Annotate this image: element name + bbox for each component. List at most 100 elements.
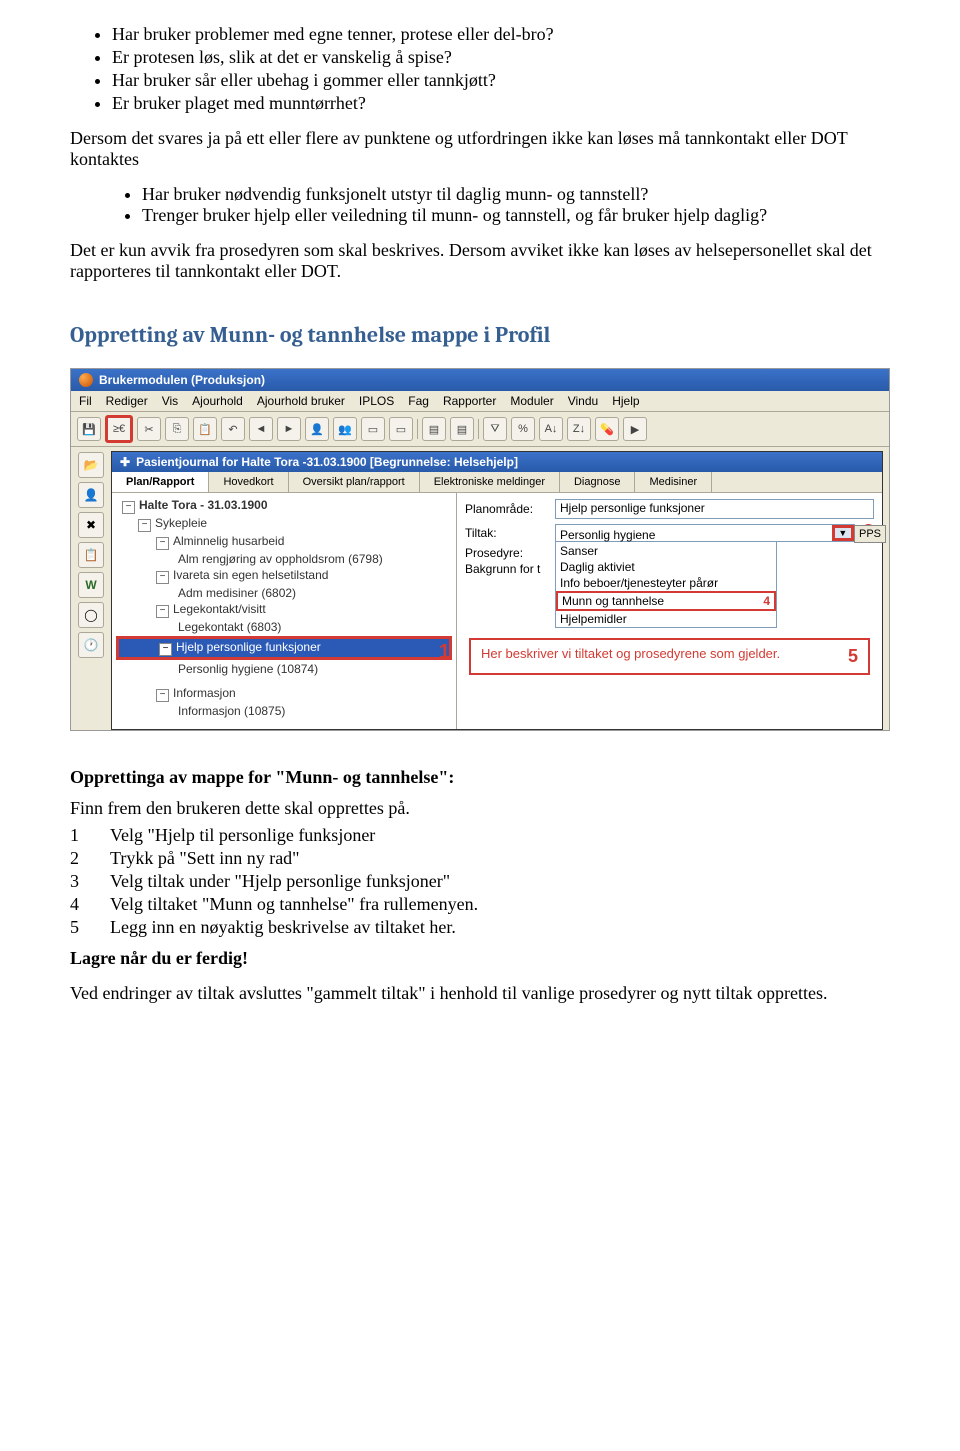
tree-node[interactable]: −Sykepleie [116, 515, 452, 533]
annotation-5: 5 [848, 646, 858, 667]
tab-oversikt[interactable]: Oversikt plan/rapport [289, 472, 420, 492]
option[interactable]: Info beboer/tjenesteyter pårør [556, 575, 776, 591]
prev-icon[interactable]: ◄ [249, 417, 273, 441]
next-icon[interactable]: ► [277, 417, 301, 441]
section-heading: Oppretting av Munn- og tannhelse mappe i… [70, 322, 890, 348]
step-num: 1 [70, 825, 110, 846]
tree-leaf[interactable]: Alm rengjøring av oppholdsrom (6798) [116, 551, 452, 567]
page2-icon[interactable]: ▭ [389, 417, 413, 441]
tab-bar: Plan/Rapport Hovedkort Oversikt plan/rap… [112, 472, 882, 493]
step-num: 4 [70, 894, 110, 915]
circle-icon[interactable]: ◯ [78, 602, 104, 628]
word-icon[interactable]: W [78, 572, 104, 598]
window-titlebar: Brukermodulen (Produksjon) [71, 369, 889, 391]
menu-item[interactable]: Hjelp [612, 394, 639, 408]
toolbar: 💾 ≥€ ✂ ⎘ 📋 ↶ ◄ ► 👤 👥 ▭ ▭ ▤ ▤ ⛛ % A↓ Z↓ 💊… [71, 412, 889, 447]
paragraph: Dersom det svares ja på ett eller flere … [70, 128, 890, 170]
sort-asc-icon[interactable]: A↓ [539, 417, 563, 441]
list-item: Er bruker plaget med munntørrhet? [112, 93, 890, 114]
prosedyre-label: Prosedyre: [465, 546, 555, 560]
menu-item[interactable]: Rapporter [443, 394, 496, 408]
separator [417, 419, 418, 439]
clipboard-icon[interactable]: 📋 [78, 542, 104, 568]
step-num: 5 [70, 917, 110, 938]
tree-leaf[interactable]: Personlig hygiene (10874) [116, 661, 452, 677]
tree-root[interactable]: −Halte Tora - 31.03.1900 [116, 497, 452, 515]
step-text: Velg tiltaket "Munn og tannhelse" fra ru… [110, 894, 478, 915]
copy-icon[interactable]: ⎘ [165, 417, 189, 441]
tree-node[interactable]: −Alminnelig husarbeid [116, 533, 452, 551]
option[interactable]: Hjelpemidler [556, 611, 776, 627]
separator [478, 419, 479, 439]
doc-icon[interactable]: ▤ [422, 417, 446, 441]
save-icon[interactable]: 💾 [77, 417, 101, 441]
user-add-icon[interactable]: 👤 [78, 482, 104, 508]
tiltak-label: Tiltak: [465, 526, 555, 540]
pill-icon[interactable]: 💊 [595, 417, 619, 441]
annotation-1: 1 [439, 641, 450, 664]
tab-hovedkort[interactable]: Hovedkort [209, 472, 288, 492]
annotation-text: Her beskriver vi tiltaket og prosedyrene… [481, 646, 780, 667]
menu-item[interactable]: Rediger [106, 394, 148, 408]
steps-list: 1Velg "Hjelp til personlige funksjoner 2… [70, 825, 890, 938]
pps-button[interactable]: PPS [854, 525, 886, 543]
tree-leaf[interactable]: Informasjon (10875) [116, 703, 452, 719]
option-munn-tannhelse[interactable]: Munn og tannhelse 4 [556, 591, 776, 611]
menu-item[interactable]: Ajourhold [192, 394, 243, 408]
menu-item[interactable]: Moduler [510, 394, 553, 408]
page-icon[interactable]: ▭ [361, 417, 385, 441]
patient-tree: −Halte Tora - 31.03.1900 −Sykepleie −Alm… [112, 493, 457, 729]
filter-icon[interactable]: ⛛ [483, 417, 507, 441]
step-num: 3 [70, 871, 110, 892]
vertical-toolbar: 📂 👤 ✖ 📋 W ◯ 🕐 [78, 452, 106, 658]
users-icon[interactable]: 👥 [333, 417, 357, 441]
bullet-list-2: Har bruker nødvendig funksjonelt utstyr … [142, 184, 890, 226]
menu-item[interactable]: Fil [79, 394, 92, 408]
tab-medisiner[interactable]: Medisiner [635, 472, 712, 492]
tree-leaf[interactable]: Adm medisiner (6802) [116, 585, 452, 601]
option[interactable]: Sanser [556, 543, 776, 559]
tree-node[interactable]: −Ivareta sin egen helsetilstand [116, 567, 452, 585]
dropdown-button[interactable]: ▼ [832, 525, 854, 541]
menu-item[interactable]: IPLOS [359, 394, 394, 408]
detail-pane: PPS Planområde: Hjelp personlige funksjo… [457, 493, 882, 729]
tree-node[interactable]: −Informasjon [116, 685, 452, 703]
doc2-icon[interactable]: ▤ [450, 417, 474, 441]
list-item: Trenger bruker hjelp eller veiledning ti… [142, 205, 890, 226]
tab-emeldinger[interactable]: Elektroniske meldinger [420, 472, 560, 492]
undo-icon[interactable]: ↶ [221, 417, 245, 441]
menu-item[interactable]: Fag [408, 394, 429, 408]
journal-icon: ✚ [120, 455, 130, 469]
tools-icon[interactable]: ✖ [78, 512, 104, 538]
annotation-box: Her beskriver vi tiltaket og prosedyrene… [469, 638, 870, 675]
folder-icon[interactable]: 📂 [78, 452, 104, 478]
annotation-4: 4 [763, 594, 770, 608]
tab-plan-rapport[interactable]: Plan/Rapport [112, 472, 209, 492]
intro-line: Finn frem den brukeren dette skal oppret… [70, 798, 890, 819]
option[interactable]: Daglig aktiviet [556, 559, 776, 575]
tab-diagnose[interactable]: Diagnose [560, 472, 635, 492]
sort-desc-icon[interactable]: Z↓ [567, 417, 591, 441]
paste-icon[interactable]: 📋 [193, 417, 217, 441]
play-icon[interactable]: ▶ [623, 417, 647, 441]
clock-icon[interactable]: 🕐 [78, 632, 104, 658]
insert-row-button[interactable]: ≥€ [105, 415, 133, 443]
menu-item[interactable]: Vis [162, 394, 178, 408]
cut-icon[interactable]: ✂ [137, 417, 161, 441]
planomrade-label: Planområde: [465, 502, 555, 516]
percent-icon[interactable]: % [511, 417, 535, 441]
user-icon[interactable]: 👤 [305, 417, 329, 441]
menu-item[interactable]: Vindu [568, 394, 598, 408]
tree-node-hjelp-personlige[interactable]: −Hjelp personlige funksjoner [119, 639, 449, 657]
menu-item[interactable]: Ajourhold bruker [257, 394, 345, 408]
window-title: Brukermodulen (Produksjon) [99, 373, 265, 387]
step-text: Legg inn en nøyaktig beskrivelse av tilt… [110, 917, 456, 938]
paragraph: Det er kun avvik fra prosedyren som skal… [70, 240, 890, 282]
app-icon [79, 373, 93, 387]
tree-node-marked: −Hjelp personlige funksjoner [116, 636, 452, 660]
tree-leaf[interactable]: Legekontakt (6803) [116, 619, 452, 635]
list-item: Har bruker nødvendig funksjonelt utstyr … [142, 184, 890, 205]
journal-window: 📂 👤 ✖ 📋 W ◯ 🕐 ✚ Pasientjournal for Halte… [111, 451, 883, 730]
bullet-list-1: Har bruker problemer med egne tenner, pr… [112, 24, 890, 114]
tree-node[interactable]: −Legekontakt/visitt [116, 601, 452, 619]
